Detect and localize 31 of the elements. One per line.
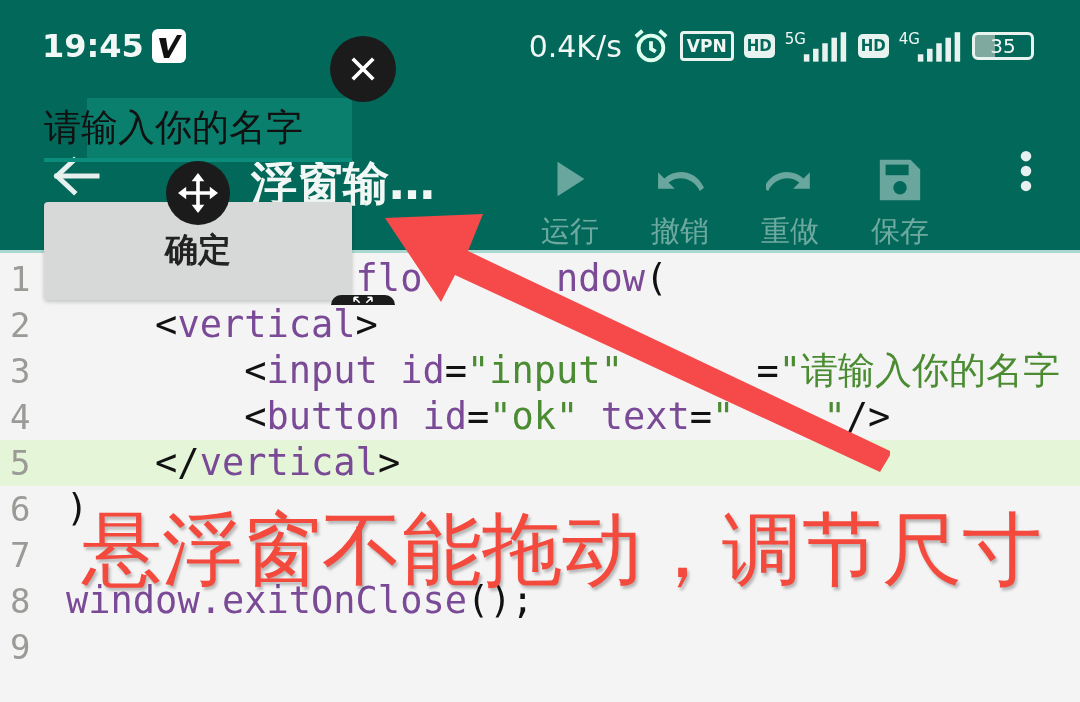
network-type: 4G — [898, 30, 920, 48]
code-line: <vertical> — [155, 304, 378, 346]
clock-time: 19:45 — [42, 27, 144, 65]
resize-handle[interactable] — [331, 295, 395, 305]
line-number: 5 — [9, 443, 32, 483]
text-input-field[interactable]: 请输入你的名字 — [44, 98, 352, 162]
resize-arrows-icon — [353, 296, 373, 304]
code-line: </vertical> — [155, 442, 401, 484]
app-icon — [151, 29, 186, 63]
line-number: 7 — [9, 535, 32, 575]
battery-percent: 35 — [990, 34, 1016, 58]
confirm-button[interactable]: 确定 — [44, 202, 352, 300]
vpn-badge: VPN — [679, 31, 734, 61]
network-speed: 0.4K/s — [528, 28, 622, 64]
line-number: 8 — [9, 581, 32, 621]
line-number: 1 — [9, 259, 32, 299]
network-type: 5G — [784, 30, 806, 48]
hd-badge: HD — [857, 34, 889, 58]
code-line: flo ndow( — [355, 264, 668, 294]
line-number: 2 — [9, 305, 32, 345]
close-icon — [349, 55, 377, 83]
line-number: 4 — [9, 397, 32, 437]
code-line: <input id="input" ="请输入你的名字 — [244, 350, 1061, 392]
code-line: ) — [66, 488, 89, 530]
line-number: 9 — [9, 627, 32, 667]
more-menu-icon — [1019, 149, 1033, 193]
move-arrows-icon — [178, 173, 218, 213]
code-line: <button id="ok" text=" "/> — [244, 396, 891, 438]
line-number: 3 — [9, 351, 32, 391]
hd-badge: HD — [743, 34, 775, 58]
line-number: 6 — [9, 489, 32, 529]
